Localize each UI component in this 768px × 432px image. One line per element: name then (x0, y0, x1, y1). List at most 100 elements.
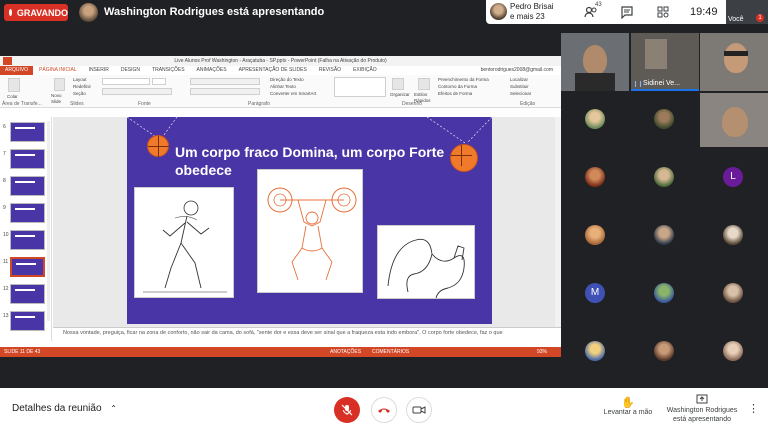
participant-face (724, 43, 748, 73)
shapes-gallery[interactable] (334, 77, 386, 97)
camera-toggle-button[interactable] (406, 397, 432, 423)
align-text-button[interactable]: Alinhar Texto (270, 84, 296, 90)
shape-fill-button[interactable]: Preenchimento da Forma (438, 77, 489, 83)
find-button[interactable]: Localizar (510, 77, 528, 83)
slide-thumbnail[interactable] (10, 203, 45, 223)
arrange-button[interactable]: Organizar (390, 92, 410, 98)
paste-button[interactable]: Colar (7, 94, 18, 100)
tab-slideshow[interactable]: APRESENTAÇÃO DE SLIDES (233, 66, 313, 75)
font-size-field[interactable] (152, 78, 166, 85)
meeting-details-button[interactable]: Detalhes da reunião ⌃ (12, 403, 117, 414)
tab-review[interactable]: REVISÃO (313, 66, 347, 75)
participant-avatar[interactable] (723, 341, 743, 361)
slide-thumbnail-active[interactable] (10, 257, 45, 277)
self-badge: 1 (756, 14, 764, 22)
participant-avatar[interactable] (654, 109, 674, 129)
slide-thumbnail[interactable] (10, 311, 45, 331)
comments-toggle-button[interactable]: COMENTÁRIOS (372, 347, 409, 357)
zoom-level[interactable]: 93% (537, 347, 547, 357)
paste-icon[interactable] (8, 78, 20, 92)
tab-home[interactable]: PÁGINA INICIAL (33, 66, 83, 75)
participant-avatar-letter[interactable]: L (723, 167, 743, 187)
clock: 19:49 (690, 6, 718, 18)
participant-avatar[interactable] (585, 341, 605, 361)
participant-name: Sidinei Ve... (643, 80, 680, 87)
current-slide[interactable]: Um corpo fraco Domina, um corpo Forte ob… (127, 117, 492, 324)
tab-file[interactable]: ARQUIVO (0, 66, 34, 75)
audio-level-icon (635, 80, 641, 87)
participant-avatar[interactable] (654, 167, 674, 187)
meet-window: GRAVANDO Washington Rodrigues está apres… (0, 0, 768, 432)
replace-button[interactable]: Substituir (510, 84, 529, 90)
participant-avatar[interactable] (723, 283, 743, 303)
basketball-icon (147, 135, 169, 157)
participant-video-tile[interactable] (561, 33, 629, 91)
ppt-ribbon: Colar Área de Transfe... Novo Slide Layo… (0, 75, 561, 108)
reset-button[interactable]: Redefinir (73, 84, 91, 90)
activities-icon[interactable] (656, 5, 670, 19)
font-format-buttons[interactable] (102, 88, 172, 95)
layout-button[interactable]: Layout (73, 77, 87, 83)
self-label: Você (728, 16, 744, 23)
participant-avatar[interactable] (585, 109, 605, 129)
slide-thumbnail[interactable] (10, 122, 45, 142)
slide-thumbnail[interactable] (10, 230, 45, 250)
smartart-button[interactable]: Converter em SmartArt (270, 91, 316, 97)
text-direction-button[interactable]: Direção do Texto (270, 77, 304, 83)
tab-transitions[interactable]: TRANSIÇÕES (146, 66, 191, 75)
paragraph-buttons[interactable] (190, 78, 260, 85)
participants-summary[interactable]: Pedro Brisai e mais 23 (510, 2, 554, 22)
slide-thumbnail[interactable] (10, 176, 45, 196)
quick-styles-icon[interactable] (418, 78, 430, 90)
participant-avatar-letter[interactable]: M (585, 283, 605, 303)
speaker-notes[interactable]: Nossa vontade, preguiça, ficar na zona d… (53, 327, 561, 344)
thumb-number: 8 (3, 178, 6, 184)
runner-sketch-image[interactable] (134, 187, 234, 298)
slide-thumbnail[interactable] (10, 149, 45, 169)
tab-view[interactable]: EXIBIÇÃO (347, 66, 383, 75)
microphone-toggle-button[interactable] (334, 397, 360, 423)
glasses-icon (724, 51, 748, 56)
weightlifter-sketch-image[interactable] (257, 169, 363, 293)
raise-hand-button[interactable]: ✋ Levantar a mão (600, 396, 656, 416)
chat-icon[interactable] (620, 5, 634, 20)
participant-avatar[interactable] (585, 167, 605, 187)
participant-avatar[interactable] (723, 225, 743, 245)
shape-effects-button[interactable]: Efeitos de Forma (438, 91, 472, 97)
select-button[interactable]: Selecionar (510, 91, 531, 97)
participant-avatar[interactable] (654, 283, 674, 303)
thumb-number: 10 (3, 232, 9, 238)
notes-toggle-button[interactable]: ANOTAÇÕES (330, 347, 361, 357)
meeting-details-label: Detalhes da reunião (12, 403, 102, 414)
recording-label: GRAVANDO (16, 7, 68, 18)
ppt-user-email[interactable]: bentorodrigues2008@gmail.com (481, 66, 553, 75)
alignment-buttons[interactable] (190, 88, 260, 95)
participant-avatar[interactable] (585, 225, 605, 245)
font-name-field[interactable] (102, 78, 150, 85)
thumb-number: 6 (3, 124, 6, 130)
participant-avatar[interactable] (654, 341, 674, 361)
participant-avatar[interactable] (654, 225, 674, 245)
flexing-arm-sketch-image[interactable] (377, 225, 475, 299)
participant-video-tile[interactable] (700, 93, 768, 147)
thumbnail-scrollbar[interactable] (47, 121, 50, 321)
tab-animations[interactable]: ANIMAÇÕES (191, 66, 233, 75)
section-button[interactable]: Seção (73, 91, 86, 97)
participant-video-tile[interactable] (700, 33, 768, 91)
ppt-titlebar: Live Alunos Prof Washington - Araçatuba … (0, 56, 561, 66)
arrange-icon[interactable] (392, 78, 404, 90)
more-options-icon[interactable]: ⋮ (748, 402, 759, 415)
leave-call-button[interactable] (371, 397, 397, 423)
slides-group-label: Slides (70, 101, 84, 107)
participant-video-tile-speaking[interactable]: Sidinei Ve... (631, 33, 699, 91)
new-slide-button[interactable]: Novo Slide (51, 93, 67, 105)
ppt-window-title: Live Alunos Prof Washington - Araçatuba … (174, 58, 387, 64)
hang-up-icon (378, 408, 390, 413)
shape-outline-button[interactable]: Contorno da Forma (438, 84, 477, 90)
tab-design[interactable]: DESIGN (115, 66, 146, 75)
new-slide-icon[interactable] (54, 78, 65, 91)
tab-insert[interactable]: INSERIR (83, 66, 115, 75)
presenter-status-button[interactable]: Washington Rodrigues está apresentando (662, 394, 742, 424)
self-view-tile[interactable]: Você 1 (726, 0, 768, 24)
slide-thumbnail[interactable] (10, 284, 45, 304)
